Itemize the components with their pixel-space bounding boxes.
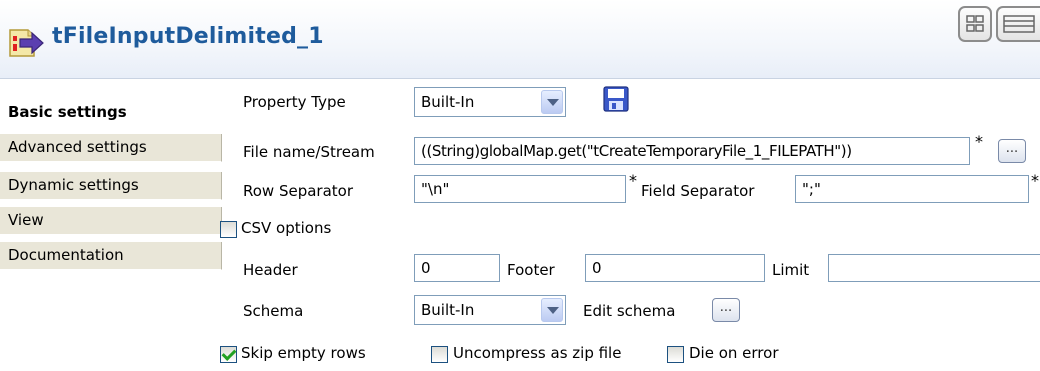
row-separator-required-mark: * (629, 171, 637, 190)
row-separator-label: Row Separator (243, 182, 354, 200)
die-on-error-checkbox[interactable] (667, 346, 684, 363)
sidebar-item-basic-settings[interactable]: Basic settings (0, 99, 222, 127)
chevron-down-icon[interactable] (541, 298, 563, 322)
settings-sidebar: Basic settings Advanced settings Dynamic… (0, 79, 222, 371)
component-arrow-icon (9, 29, 44, 57)
schema-select[interactable]: Built-In (414, 295, 566, 325)
skip-empty-rows-checkbox[interactable] (220, 346, 237, 363)
field-separator-input[interactable]: ";" (795, 175, 1029, 203)
header-input[interactable]: 0 (414, 254, 500, 282)
property-type-value: Built-In (421, 93, 475, 111)
chevron-down-icon[interactable] (541, 90, 563, 114)
save-icon[interactable] (603, 86, 629, 112)
schema-value: Built-In (421, 301, 475, 319)
schema-label: Schema (243, 302, 304, 320)
table-view-button[interactable] (996, 6, 1040, 42)
uncompress-zip-checkbox[interactable] (431, 346, 448, 363)
uncompress-zip-label: Uncompress as zip file (453, 344, 622, 362)
csv-options-checkbox[interactable] (220, 221, 237, 238)
limit-input[interactable] (828, 254, 1040, 282)
property-type-select[interactable]: Built-In (414, 87, 566, 117)
component-header: tFileInputDelimited_1 (0, 0, 1040, 79)
field-separator-required-mark: * (1031, 171, 1039, 190)
edit-schema-label: Edit schema (583, 302, 676, 320)
component-title: tFileInputDelimited_1 (52, 24, 324, 49)
sidebar-item-view[interactable]: View (0, 207, 222, 235)
sidebar-item-dynamic-settings[interactable]: Dynamic settings (0, 172, 222, 200)
header-label: Header (243, 261, 298, 279)
layout-icon (966, 15, 984, 32)
skip-empty-rows-label: Skip empty rows (241, 344, 366, 362)
file-browse-button[interactable]: ... (998, 139, 1026, 163)
field-separator-label: Field Separator (641, 182, 755, 200)
csv-options-label: CSV options (241, 219, 332, 237)
layout-toggle-button[interactable] (958, 6, 992, 42)
footer-label: Footer (507, 261, 555, 279)
file-name-input[interactable]: ((String)globalMap.get("tCreateTemporary… (414, 137, 970, 165)
file-name-label: File name/Stream (243, 143, 375, 161)
die-on-error-label: Die on error (689, 344, 779, 362)
property-type-label: Property Type (243, 93, 346, 111)
sidebar-item-advanced-settings[interactable]: Advanced settings (0, 134, 222, 162)
edit-schema-button[interactable]: ... (712, 298, 740, 322)
file-name-required-mark: * (975, 132, 983, 151)
list-icon (1003, 15, 1035, 33)
row-separator-input[interactable]: "\n" (414, 175, 626, 203)
sidebar-item-documentation[interactable]: Documentation (0, 242, 222, 270)
limit-label: Limit (772, 261, 810, 279)
footer-input[interactable]: 0 (585, 254, 765, 282)
